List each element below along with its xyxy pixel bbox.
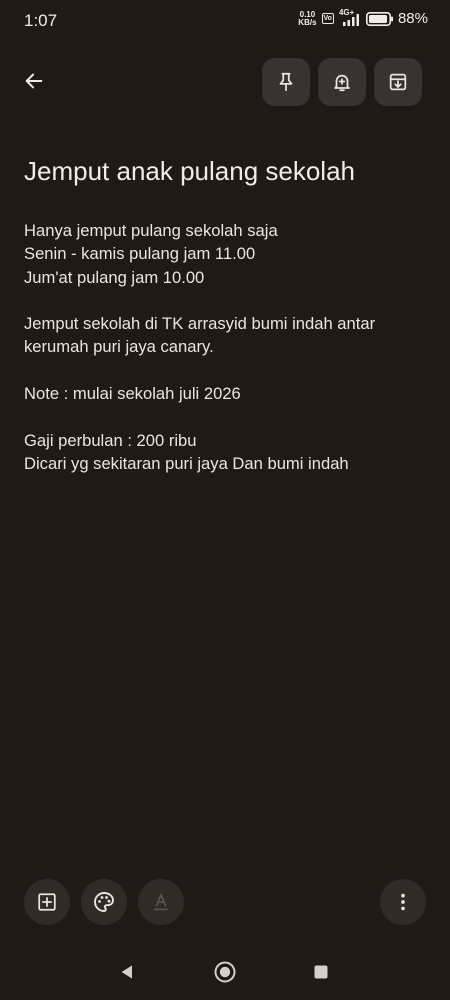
- volte-icon: Vo: [321, 13, 334, 24]
- reminder-button[interactable]: [318, 58, 366, 106]
- note-editor-screen: 1:07 0.10 KB/s Vo 4G+ 88% Jemput anak pu…: [0, 0, 450, 1000]
- nav-back-button[interactable]: [112, 957, 142, 987]
- pin-button[interactable]: [262, 58, 310, 106]
- battery-icon: [365, 11, 393, 26]
- archive-button[interactable]: [374, 58, 422, 106]
- archive-icon: [389, 73, 407, 91]
- add-content-button[interactable]: [24, 879, 70, 925]
- note-line: Jemput sekolah di TK arrasyid bumi indah…: [24, 314, 376, 334]
- back-button[interactable]: [14, 58, 54, 104]
- note-line: [24, 405, 434, 428]
- note-line: kerumah puri jaya canary.: [24, 337, 214, 357]
- background-color-button[interactable]: [81, 879, 127, 925]
- square-recents-icon: [314, 965, 328, 979]
- note-line: Jum'at pulang jam 10.00: [24, 267, 205, 287]
- arrow-left-icon: [25, 73, 43, 89]
- more-options-button[interactable]: [380, 879, 426, 925]
- nav-home-button[interactable]: [209, 956, 241, 988]
- add-box-icon: [38, 893, 56, 911]
- battery-indicator: 88%: [365, 10, 428, 27]
- network-speed: 0.10 KB/s: [298, 10, 317, 27]
- circle-home-icon: [214, 961, 236, 983]
- network-type: 4G+: [338, 7, 355, 17]
- note-line: Note : mulai sekolah juli 2026: [24, 384, 241, 404]
- text-format-icon: [153, 893, 169, 911]
- network-speed-unit: KB/s: [298, 17, 317, 27]
- note-line: Hanya jemput pulang sekolah saja: [24, 221, 278, 240]
- bell-plus-icon: [334, 74, 350, 92]
- nav-recents-button[interactable]: [306, 957, 336, 987]
- note-line: Senin - kamis pulang jam 11.00: [24, 244, 256, 264]
- status-indicators: 0.10 KB/s Vo 4G+ 88%: [298, 7, 428, 28]
- note-line: Dicari yg sekitaran puri jaya Dan bumi i…: [24, 453, 349, 473]
- signal-icon: 4G+: [338, 7, 361, 27]
- text-format-button[interactable]: [138, 879, 184, 925]
- note-line: Gaji perbulan : 200 ribu: [24, 430, 197, 450]
- pin-icon: [279, 72, 293, 92]
- note-line: [24, 289, 434, 312]
- status-time: 1:07: [24, 11, 58, 30]
- triangle-back-icon: [121, 965, 132, 979]
- note-title[interactable]: Jemput anak pulang sekolah: [24, 156, 355, 187]
- more-vertical-icon: [401, 893, 405, 911]
- note-line: [24, 359, 434, 382]
- status-bar: 1:07 0.10 KB/s Vo 4G+ 88%: [0, 0, 450, 40]
- note-body[interactable]: Hanya jemput pulang sekolah saja Senin -…: [24, 219, 434, 475]
- battery-percentage: 88%: [397, 10, 428, 27]
- palette-icon: [94, 892, 114, 912]
